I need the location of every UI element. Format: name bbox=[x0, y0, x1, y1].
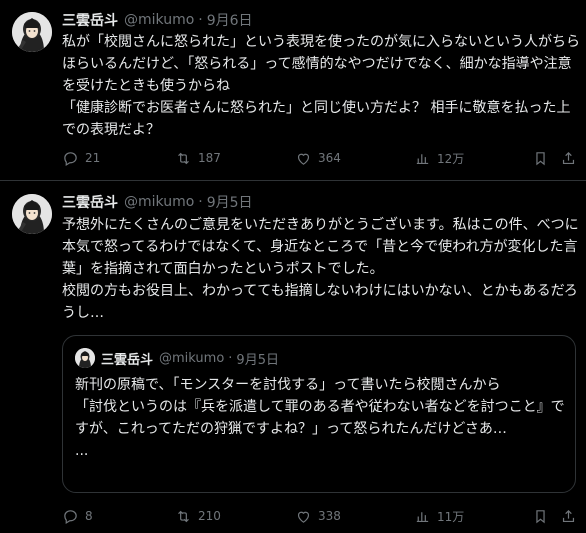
views-icon bbox=[416, 153, 429, 164]
retweet-icon bbox=[178, 510, 189, 522]
tweet-date[interactable]: 9月5日 bbox=[207, 192, 253, 212]
quoted-tweet[interactable]: 三雲岳斗 @mikumo · 9月5日 新刊の原稿で、「モンスターを討伐する」っ… bbox=[62, 335, 576, 493]
bookmark-icon bbox=[536, 509, 545, 523]
share-button[interactable] bbox=[560, 506, 577, 526]
views-button[interactable]: 12万 bbox=[414, 148, 464, 168]
like-count: 364 bbox=[318, 151, 341, 165]
tweet-header: 三雲岳斗 @mikumo · 9月5日 bbox=[62, 192, 253, 212]
quoted-tweet-text: 新刊の原稿で、「モンスターを討伐する」って書いたら校閲さんから 「討伐というのは… bbox=[75, 377, 565, 459]
reply-icon bbox=[64, 151, 77, 166]
reply-icon bbox=[64, 509, 77, 524]
tweet-date[interactable]: 9月6日 bbox=[207, 10, 253, 30]
retweet-count: 210 bbox=[198, 509, 221, 523]
tweet[interactable]: 三雲岳斗 @mikumo · 9月5日 予想外にたくさんのご意見をいただきありが… bbox=[0, 182, 586, 533]
like-icon bbox=[297, 153, 310, 165]
tweet-text: 私が「校閲さんに怒られた」という表現を使ったのが気に入らないという人がちらほらい… bbox=[62, 34, 580, 138]
reply-count: 21 bbox=[85, 151, 101, 165]
author-handle[interactable]: @mikumo bbox=[124, 194, 194, 210]
tweet-header: 三雲岳斗 @mikumo · 9月6日 bbox=[62, 10, 253, 30]
separator: · bbox=[198, 194, 203, 210]
tweet[interactable]: 三雲岳斗 @mikumo · 9月6日 私が「校閲さんに怒られた」という表現を使… bbox=[0, 0, 586, 181]
quoted-author-name: 三雲岳斗 bbox=[101, 352, 154, 368]
author-name[interactable]: 三雲岳斗 bbox=[62, 10, 118, 30]
view-count: 11万 bbox=[437, 509, 465, 524]
action-bar: 8 210 338 11万 bbox=[62, 506, 576, 526]
retweet-button[interactable]: 210 bbox=[175, 506, 221, 526]
retweet-button[interactable]: 187 bbox=[175, 148, 221, 168]
share-icon bbox=[562, 509, 575, 522]
bookmark-button[interactable] bbox=[532, 148, 549, 168]
views-icon bbox=[416, 511, 429, 522]
retweet-icon bbox=[178, 152, 189, 164]
view-count: 12万 bbox=[437, 151, 465, 166]
tweet-text: 予想外にたくさんのご意見をいただきありがとうございます。私はこの件、べつに本気で… bbox=[62, 217, 579, 321]
separator: · bbox=[198, 12, 203, 28]
like-button[interactable]: 364 bbox=[295, 148, 341, 168]
reply-button[interactable]: 21 bbox=[62, 148, 100, 168]
quoted-author-handle: @mikumo bbox=[159, 350, 225, 366]
like-count: 338 bbox=[318, 509, 341, 523]
quoted-tweet-header: 三雲岳斗 @mikumo · 9月5日 bbox=[101, 348, 279, 368]
share-icon bbox=[562, 151, 575, 164]
author-name[interactable]: 三雲岳斗 bbox=[62, 192, 118, 212]
bookmark-button[interactable] bbox=[532, 506, 549, 526]
like-button[interactable]: 338 bbox=[295, 506, 341, 526]
separator: · bbox=[228, 350, 233, 366]
views-button[interactable]: 11万 bbox=[414, 506, 464, 526]
like-icon bbox=[297, 511, 310, 523]
retweet-count: 187 bbox=[198, 151, 221, 165]
avatar[interactable] bbox=[12, 12, 52, 52]
reply-count: 8 bbox=[85, 509, 93, 523]
action-bar: 21 187 364 12万 bbox=[62, 148, 576, 168]
avatar[interactable] bbox=[12, 194, 52, 234]
reply-button[interactable]: 8 bbox=[62, 506, 93, 526]
quoted-tweet-date: 9月5日 bbox=[236, 352, 279, 368]
author-handle[interactable]: @mikumo bbox=[124, 12, 194, 28]
share-button[interactable] bbox=[560, 148, 577, 168]
bookmark-icon bbox=[536, 151, 545, 165]
avatar bbox=[75, 348, 95, 368]
